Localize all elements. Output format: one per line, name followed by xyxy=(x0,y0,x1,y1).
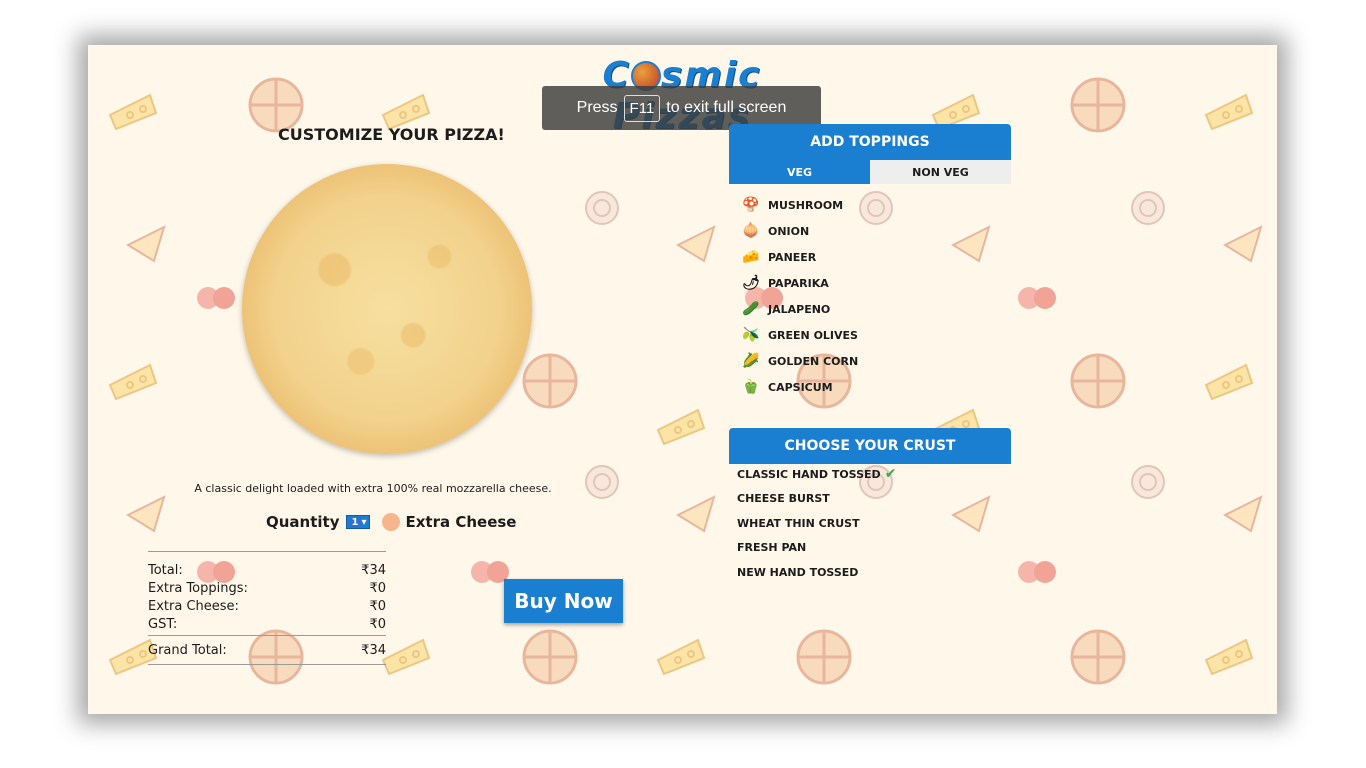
banner-key: F11 xyxy=(623,94,661,122)
gst-row: GST: ₹0 xyxy=(148,615,386,633)
crust-item-classic-hand-tossed[interactable]: CLASSIC HAND TOSSED ✔ xyxy=(737,462,896,487)
extra-cheese-price-label: Extra Cheese: xyxy=(148,598,239,614)
extra-cheese-label: Extra Cheese xyxy=(405,513,517,531)
topping-item-capsicum[interactable]: 🫑 CAPSICUM xyxy=(740,374,858,400)
total-label: Total: xyxy=(148,562,183,578)
topping-label: PANEER xyxy=(768,250,817,264)
topping-item-paneer[interactable]: 🧀 PANEER xyxy=(740,244,858,270)
toppings-tabs: VEG NON VEG xyxy=(729,160,1011,184)
olives-icon: 🫒 xyxy=(742,327,760,343)
topping-item-paprika[interactable]: 🌶 PAPARIKA xyxy=(740,270,858,296)
mushroom-icon: 🍄 xyxy=(742,197,760,213)
topping-item-green-olives[interactable]: 🫒 GREEN OLIVES xyxy=(740,322,858,348)
price-summary: Total: ₹34 Extra Toppings: ₹0 Extra Chee… xyxy=(148,551,386,665)
crust-item-cheese-burst[interactable]: CHEESE BURST xyxy=(737,487,896,512)
total-value: ₹34 xyxy=(361,562,386,578)
banner-press-text: Press xyxy=(576,99,618,116)
buy-now-button[interactable]: Buy Now xyxy=(504,579,623,623)
extra-cheese-toggle[interactable] xyxy=(381,513,400,531)
crust-list: CLASSIC HAND TOSSED ✔ CHEESE BURST WHEAT… xyxy=(737,462,896,585)
toppings-header: ADD TOPPINGS xyxy=(729,124,1011,160)
crust-header: CHOOSE YOUR CRUST xyxy=(729,428,1011,464)
topping-label: ONION xyxy=(768,224,810,238)
customize-title: CUSTOMIZE YOUR PIZZA! xyxy=(278,125,505,144)
topping-item-jalapeno[interactable]: 🥒 JALAPENO xyxy=(740,296,858,322)
crust-label: NEW HAND TOSSED xyxy=(737,565,859,579)
banner-rest-text: to exit full screen xyxy=(666,99,787,116)
crust-item-new-hand-tossed[interactable]: NEW HAND TOSSED xyxy=(737,560,896,585)
extra-toppings-value: ₹0 xyxy=(369,580,386,596)
tab-non-veg[interactable]: NON VEG xyxy=(870,160,1011,184)
topping-item-golden-corn[interactable]: 🌽 GOLDEN CORN xyxy=(740,348,858,374)
topping-label: MUSHROOM xyxy=(768,198,844,212)
pizza-description: A classic delight loaded with extra 100%… xyxy=(194,482,552,495)
crust-label: WHEAT THIN CRUST xyxy=(737,516,860,530)
paprika-icon: 🌶 xyxy=(742,275,760,291)
crust-item-wheat-thin-crust[interactable]: WHEAT THIN CRUST xyxy=(737,511,896,536)
total-row: Total: ₹34 xyxy=(148,561,386,579)
app-frame: Csmic Pizzas Press F11 to exit full scre… xyxy=(88,45,1277,714)
crust-item-fresh-pan[interactable]: FRESH PAN xyxy=(737,536,896,561)
tab-veg[interactable]: VEG xyxy=(729,160,870,184)
topping-label: GREEN OLIVES xyxy=(768,328,858,342)
extra-cheese-row: Extra Cheese: ₹0 xyxy=(148,597,386,615)
grand-total-row: Grand Total: ₹34 xyxy=(148,635,386,665)
grand-total-value: ₹34 xyxy=(361,642,386,658)
paneer-icon: 🧀 xyxy=(742,249,760,265)
gst-value: ₹0 xyxy=(369,616,386,632)
gst-label: GST: xyxy=(148,616,178,632)
extra-toppings-label: Extra Toppings: xyxy=(148,580,248,596)
quantity-label: Quantity xyxy=(266,513,340,531)
extra-cheese-price-value: ₹0 xyxy=(369,598,386,614)
crust-label: CLASSIC HAND TOSSED xyxy=(737,467,881,481)
topping-item-mushroom[interactable]: 🍄 MUSHROOM xyxy=(740,192,858,218)
topping-label: GOLDEN CORN xyxy=(768,354,859,368)
check-icon: ✔ xyxy=(884,466,897,483)
onion-icon: 🧅 xyxy=(742,223,760,239)
crust-label: FRESH PAN xyxy=(737,541,807,555)
grand-total-label: Grand Total: xyxy=(148,642,227,658)
jalapeno-icon: 🥒 xyxy=(742,301,760,317)
corn-icon: 🌽 xyxy=(742,353,760,369)
topping-label: JALAPENO xyxy=(768,302,831,316)
quantity-select[interactable]: 1 ▾ xyxy=(345,515,370,529)
chevron-down-icon: ▾ xyxy=(361,516,367,528)
quantity-row: Quantity 1 ▾ Extra Cheese xyxy=(266,513,516,531)
quantity-value: 1 xyxy=(348,516,362,528)
capsicum-icon: 🫑 xyxy=(742,379,760,395)
topping-label: PAPARIKA xyxy=(768,276,829,290)
topping-item-onion[interactable]: 🧅 ONION xyxy=(740,218,858,244)
extra-toppings-row: Extra Toppings: ₹0 xyxy=(148,579,386,597)
toppings-list: 🍄 MUSHROOM 🧅 ONION 🧀 PANEER 🌶 PAPARIKA 🥒… xyxy=(740,192,858,400)
pizza-image xyxy=(242,164,532,454)
crust-label: CHEESE BURST xyxy=(737,492,830,506)
topping-label: CAPSICUM xyxy=(768,380,833,394)
